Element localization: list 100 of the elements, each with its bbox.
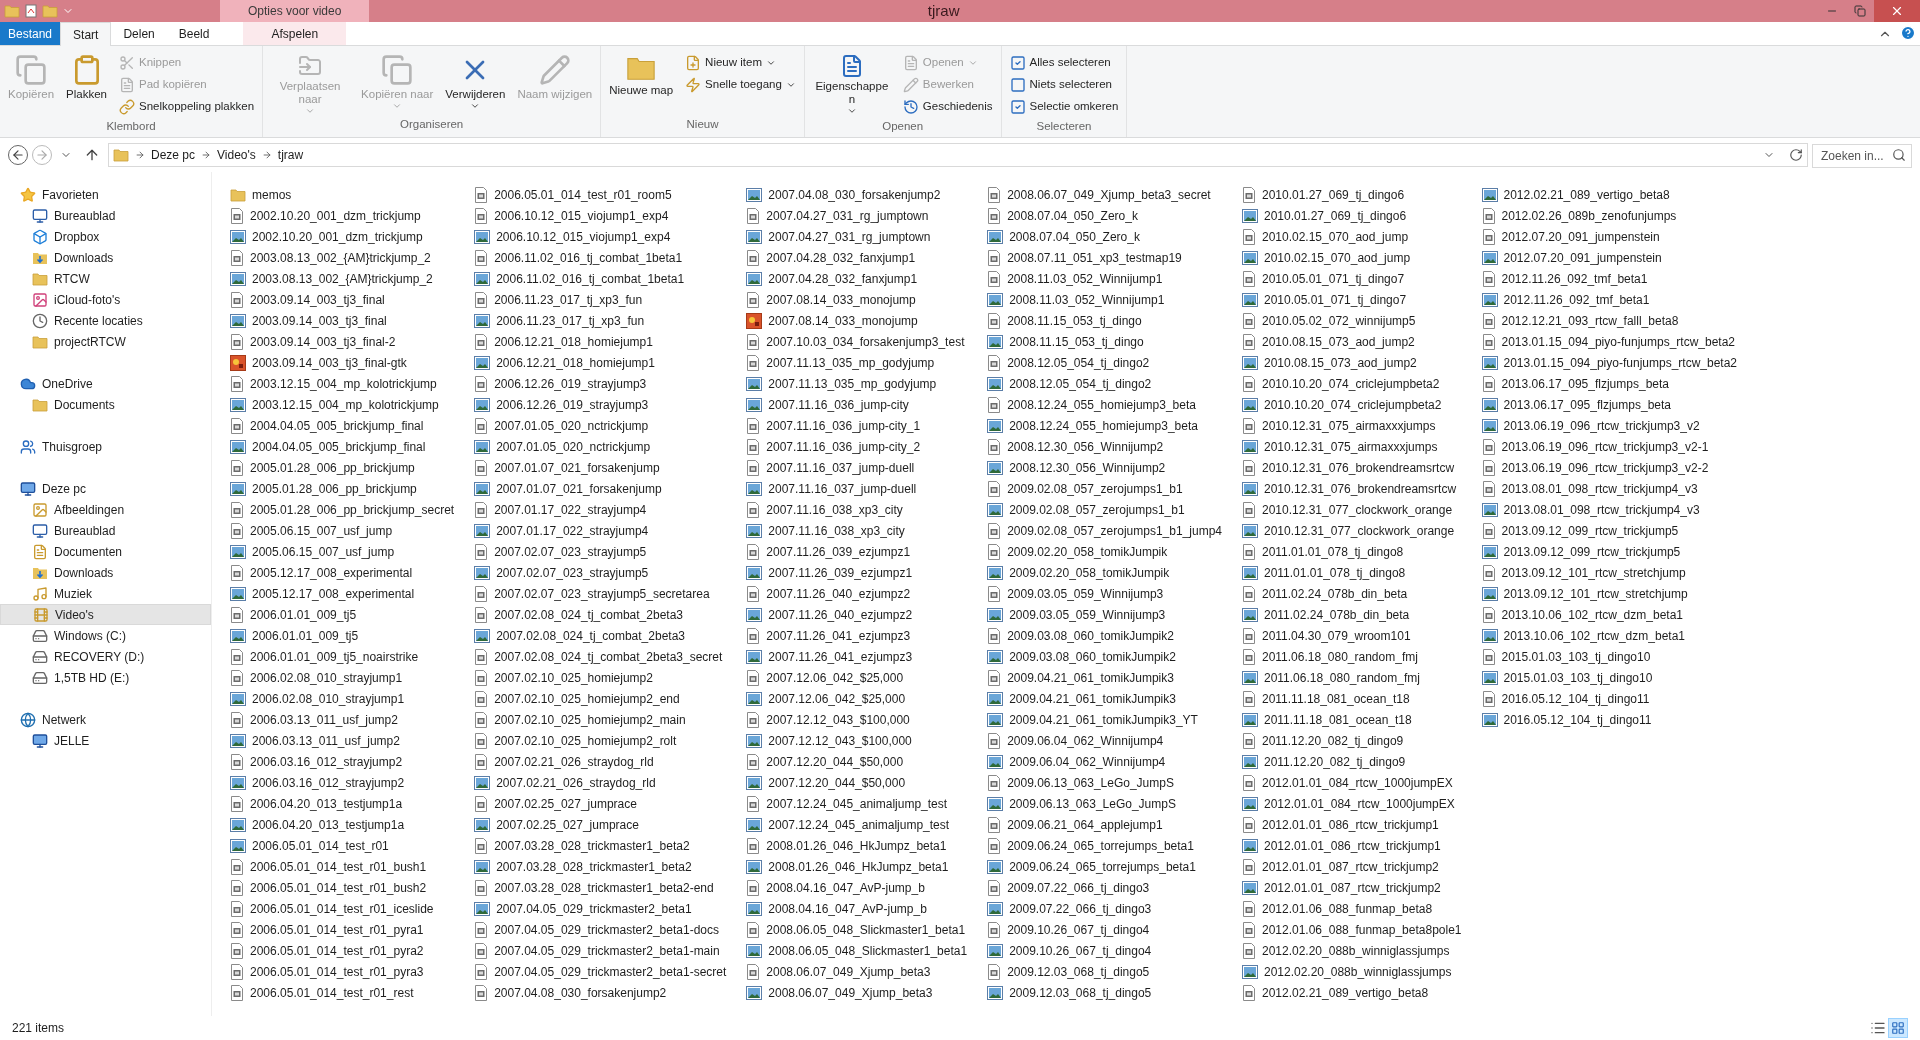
file-item[interactable]: 2012.01.01_086_rtcw_trickjump1 — [1242, 814, 1466, 835]
file-item[interactable]: 2016.05.12_104_tj_dingo11 — [1481, 688, 1742, 709]
file-item[interactable]: 2010.10.20_074_criclejumpbeta2 — [1242, 394, 1466, 415]
file-item[interactable]: 2007.11.26_041_ezjumpz3 — [746, 646, 972, 667]
file-item[interactable]: 2008.11.15_053_tj_dingo — [987, 310, 1226, 331]
file-item[interactable]: 2016.05.12_104_tj_dingo11 — [1481, 709, 1742, 730]
file-item[interactable]: 2007.01.05_020_nctrickjump — [474, 436, 731, 457]
file-item[interactable]: 2009.04.21_061_tomikJumpik3 — [987, 667, 1226, 688]
file-item[interactable]: 2005.01.28_006_pp_brickjump — [230, 478, 459, 499]
file-item[interactable]: 2005.06.15_007_usf_jump — [230, 541, 459, 562]
file-item[interactable]: 2010.02.15_070_aod_jump — [1242, 247, 1466, 268]
file-item[interactable]: 2008.06.05_048_Slickmaster1_beta1 — [746, 919, 972, 940]
chevron-icon[interactable] — [261, 150, 272, 160]
file-item[interactable]: 2010.12.31_075_airmaxxxjumps — [1242, 436, 1466, 457]
breadcrumb[interactable]: Video's — [217, 146, 256, 164]
file-item[interactable]: 2006.03.16_012_strayjump2 — [230, 772, 459, 793]
file-item[interactable]: 2009.02.20_058_tomikJumpik — [987, 562, 1226, 583]
file-item[interactable]: 2010.10.20_074_criclejumpbeta2 — [1242, 373, 1466, 394]
file-item[interactable]: 2009.02.08_057_zerojumps1_b1 — [987, 499, 1226, 520]
address-field[interactable]: Deze pc Video's tjraw — [108, 143, 1808, 167]
file-item[interactable]: 2012.01.01_087_rtcw_trickjump2 — [1242, 877, 1466, 898]
file-item[interactable]: 2012.02.20_088b_winniglassjumps — [1242, 961, 1466, 982]
file-item[interactable]: 2012.07.20_091_jumpenstein — [1481, 247, 1742, 268]
file-item[interactable]: 2012.01.01_084_rtcw_1000jumpEX — [1242, 772, 1466, 793]
chevron-icon[interactable] — [135, 150, 145, 160]
nav-item[interactable]: 1,5TB HD (E:) — [0, 667, 211, 688]
file-item[interactable]: 2007.02.07_023_strayjump5_secretarea — [474, 583, 731, 604]
file-item[interactable]: 2012.11.26_092_tmf_beta1 — [1481, 289, 1742, 310]
file-item[interactable]: 2007.04.08_030_forsakenjump2 — [474, 982, 731, 1003]
file-item[interactable]: 2007.01.05_020_nctrickjump — [474, 415, 731, 436]
file-item[interactable]: 2010.12.31_076_brokendreamsrtcw — [1242, 457, 1466, 478]
nav-item[interactable]: Deze pc — [0, 478, 211, 499]
file-item[interactable]: 2009.03.05_059_Winnijump3 — [987, 583, 1226, 604]
file-item[interactable]: 2010.08.15_073_aod_jump2 — [1242, 331, 1466, 352]
nav-item[interactable]: Netwerk — [0, 709, 211, 730]
file-item[interactable]: 2006.05.01_014_test_r01_bush2 — [230, 877, 459, 898]
ribbon-button[interactable]: Nieuw item — [681, 52, 800, 74]
file-item[interactable]: 2013.10.06_102_rtcw_dzm_beta1 — [1481, 625, 1742, 646]
file-item[interactable]: 2003.09.14_003_tj3_final-gtk — [230, 352, 459, 373]
file-item[interactable]: 2012.02.21_089_vertigo_beta8 — [1242, 982, 1466, 1003]
file-item[interactable]: 2008.01.26_046_HkJumpz_beta1 — [746, 856, 972, 877]
file-item[interactable]: 2007.02.07_023_strayjump5 — [474, 541, 731, 562]
file-item[interactable]: 2007.04.05_029_trickmaster2_beta1-docs — [474, 919, 731, 940]
file-item[interactable]: 2006.10.12_015_viojump1_exp4 — [474, 226, 731, 247]
file-item[interactable]: 2009.10.26_067_tj_dingo4 — [987, 919, 1226, 940]
ribbon-tab[interactable]: Start — [60, 22, 112, 46]
file-item[interactable]: 2007.12.12_043_$100,000 — [746, 709, 972, 730]
file-item[interactable]: 2012.07.20_091_jumpenstein — [1481, 226, 1742, 247]
file-item[interactable]: 2006.12.26_019_strayjump3 — [474, 394, 731, 415]
file-item[interactable]: 2003.09.14_003_tj3_final — [230, 310, 459, 331]
file-item[interactable]: 2003.08.13_002_{AM}trickjump_2 — [230, 268, 459, 289]
properties-icon[interactable] — [24, 4, 38, 18]
file-item[interactable]: 2007.11.16_038_xp3_city — [746, 499, 972, 520]
file-item[interactable]: 2011.06.18_080_random_fmj — [1242, 667, 1466, 688]
file-item[interactable]: 2013.06.19_096_rtcw_trickjump3_v2-2 — [1481, 457, 1742, 478]
file-item[interactable]: 2008.11.03_052_Winnijump1 — [987, 289, 1226, 310]
file-item[interactable]: 2006.11.02_016_tj_combat_1beta1 — [474, 247, 731, 268]
file-item[interactable]: 2013.08.01_098_rtcw_trickjump4_v3 — [1481, 478, 1742, 499]
file-item[interactable]: 2007.04.05_029_trickmaster2_beta1-secret — [474, 961, 731, 982]
file-item[interactable]: 2005.12.17_008_experimental — [230, 583, 459, 604]
file-item[interactable]: 2009.06.13_063_LeGo_JumpS — [987, 772, 1226, 793]
file-item[interactable]: 2008.12.24_055_homiejump3_beta — [987, 394, 1226, 415]
file-item[interactable]: 2006.01.01_009_tj5_noairstrike — [230, 646, 459, 667]
file-item[interactable]: 2007.02.10_025_homiejump2 — [474, 667, 731, 688]
file-item[interactable]: 2009.12.03_068_tj_dingo5 — [987, 961, 1226, 982]
file-item[interactable]: 2009.02.20_058_tomikJumpik — [987, 541, 1226, 562]
ribbon-button[interactable]: Selectie omkeren — [1005, 96, 1123, 118]
file-item[interactable]: 2007.04.05_029_trickmaster2_beta1-main — [474, 940, 731, 961]
file-item[interactable]: 2013.06.19_096_rtcw_trickjump3_v2-1 — [1481, 436, 1742, 457]
nav-item[interactable]: Muziek — [0, 583, 211, 604]
file-item[interactable]: 2013.09.12_101_rtcw_stretchjump — [1481, 583, 1742, 604]
file-item[interactable]: 2006.12.26_019_strayjump3 — [474, 373, 731, 394]
file-item[interactable]: 2007.08.14_033_monojump — [746, 289, 972, 310]
file-item[interactable]: 2009.12.03_068_tj_dingo5 — [987, 982, 1226, 1003]
file-item[interactable]: 2007.12.06_042_$25,000 — [746, 688, 972, 709]
ribbon-button[interactable]: Plakken — [62, 50, 111, 116]
nav-item[interactable]: Favorieten — [0, 184, 211, 205]
file-item[interactable]: 2011.11.18_081_ocean_t18 — [1242, 709, 1466, 730]
nav-item[interactable]: Bureaublad — [0, 520, 211, 541]
file-item[interactable]: 2008.07.11_051_xp3_testmap19 — [987, 247, 1226, 268]
nav-item[interactable]: Video's — [0, 604, 211, 625]
ribbon-tab[interactable]: Delen — [111, 22, 167, 45]
file-item[interactable]: 2008.07.04_050_Zero_k — [987, 226, 1226, 247]
file-item[interactable]: 2003.12.15_004_mp_kolotrickjump — [230, 373, 459, 394]
file-item[interactable]: 2006.11.02_016_tj_combat_1beta1 — [474, 268, 731, 289]
file-item[interactable]: 2006.10.12_015_viojump1_exp4 — [474, 205, 731, 226]
file-item[interactable]: 2006.03.13_011_usf_jump2 — [230, 709, 459, 730]
file-item[interactable]: 2006.11.23_017_tj_xp3_fun — [474, 310, 731, 331]
file-item[interactable]: 2006.05.01_014_test_r01_pyra3 — [230, 961, 459, 982]
nav-item[interactable]: RECOVERY (D:) — [0, 646, 211, 667]
refresh-icon[interactable] — [1789, 148, 1803, 162]
file-item[interactable]: 2008.12.05_054_tj_dingo2 — [987, 373, 1226, 394]
file-item[interactable]: 2008.12.30_056_Winnijump2 — [987, 436, 1226, 457]
breadcrumb[interactable]: tjraw — [277, 146, 304, 164]
file-item[interactable]: 2003.08.13_002_{AM}trickjump_2 — [230, 247, 459, 268]
file-item[interactable]: 2012.11.26_092_tmf_beta1 — [1481, 268, 1742, 289]
file-item[interactable]: 2006.12.21_018_homiejump1 — [474, 352, 731, 373]
file-item[interactable]: 2010.12.31_076_brokendreamsrtcw — [1242, 478, 1466, 499]
nav-item[interactable]: Downloads — [0, 562, 211, 583]
nav-item[interactable]: Documents — [0, 394, 211, 415]
